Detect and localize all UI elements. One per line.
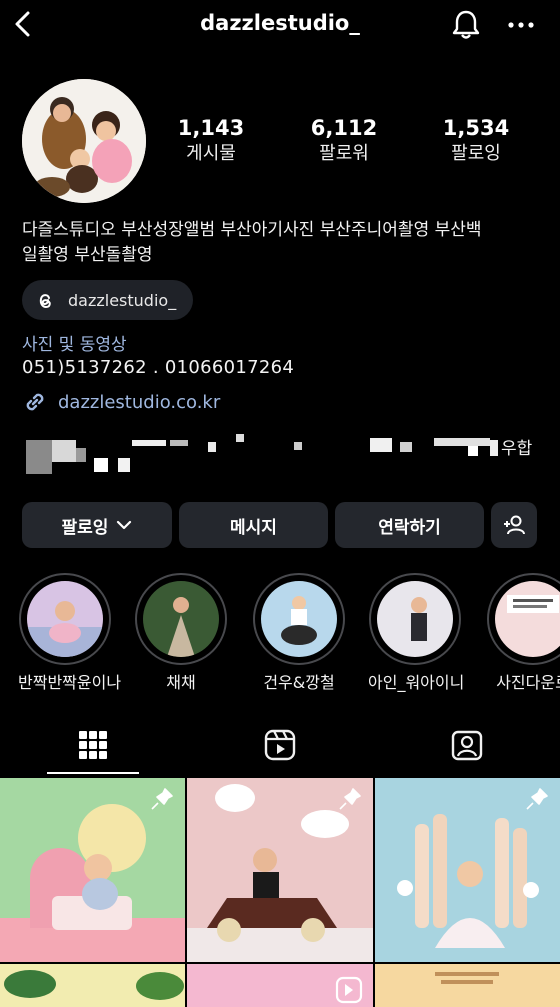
- highlight-5-image: [495, 581, 560, 657]
- tagged-icon[interactable]: [450, 728, 484, 762]
- bio-line-1: 다즐스튜디오 부산성장앨범 부산아기사진 부산주니어촬영 부산백: [22, 220, 482, 240]
- more-options-icon[interactable]: [504, 10, 538, 40]
- post-6-image: [375, 964, 560, 1007]
- highlight-2[interactable]: 채채: [134, 573, 228, 693]
- followers-label: 팔로워: [319, 143, 369, 164]
- threads-badge[interactable]: dazzlestudio_: [22, 280, 193, 320]
- posts-label: 게시물: [186, 143, 236, 164]
- posts-count: 1,143: [177, 116, 245, 140]
- post-thumbnail-2[interactable]: [187, 778, 373, 962]
- highlight-3-image: [261, 581, 337, 657]
- stat-posts[interactable]: 1,143 게시물: [151, 114, 271, 166]
- post-thumbnail-3[interactable]: [375, 778, 560, 962]
- pin-icon: [526, 788, 548, 810]
- website-link[interactable]: dazzlestudio.co.kr: [22, 389, 220, 415]
- highlight-4-image: [377, 581, 453, 657]
- avatar[interactable]: [22, 79, 146, 203]
- highlight-1-image: [27, 581, 103, 657]
- message-button[interactable]: 메시지: [179, 502, 328, 548]
- highlights-row: 반짝반짝윤이나 채채 건우&깡철 아인_워아이니 사진다운: [0, 565, 560, 695]
- following-button-label: 팔로잉: [61, 517, 109, 538]
- following-count: 1,534: [442, 116, 510, 140]
- bell-icon[interactable]: [449, 8, 483, 42]
- avatar-photo-image: [22, 79, 146, 203]
- reels-icon[interactable]: [263, 728, 297, 762]
- highlight-1-label: 반짝반짝윤이나: [18, 673, 122, 692]
- highlight-2-image: [143, 581, 219, 657]
- add-person-icon: [504, 515, 525, 535]
- highlight-4-label: 아인_워아이니: [368, 673, 465, 692]
- chevron-down-icon: [117, 520, 132, 530]
- highlight-5[interactable]: 사진다운로: [486, 573, 560, 693]
- top-bar: dazzlestudio_: [0, 0, 560, 52]
- following-button[interactable]: 팔로잉: [22, 502, 172, 548]
- threads-handle: dazzlestudio_: [68, 290, 177, 310]
- post-4-image: [0, 964, 185, 1007]
- following-label: 팔로잉: [451, 143, 501, 164]
- highlight-3-label: 건우&깡철: [263, 673, 335, 692]
- post-thumbnail-6[interactable]: [375, 964, 560, 1007]
- post-thumbnail-5[interactable]: [187, 964, 373, 1007]
- highlight-1[interactable]: 반짝반짝윤이나: [18, 573, 122, 693]
- profile-tabs: [0, 716, 560, 778]
- followers-count: 6,112: [310, 116, 378, 140]
- highlight-2-label: 채채: [166, 673, 196, 692]
- pin-icon: [151, 788, 173, 810]
- threads-icon: [39, 294, 51, 309]
- post-5-image: [187, 964, 373, 1007]
- active-tab-indicator: [47, 772, 139, 774]
- contact-button-label: 연락하기: [378, 517, 441, 538]
- post-thumbnail-4[interactable]: [0, 964, 185, 1007]
- bio-line-2: 일촬영 부산돌촬영: [22, 245, 153, 265]
- post-thumbnail-1[interactable]: [0, 778, 185, 962]
- highlight-5-label: 사진다운로: [496, 673, 560, 692]
- pin-icon: [339, 788, 361, 810]
- obscured-tail: 우합: [501, 439, 533, 459]
- suggested-users-button[interactable]: [491, 502, 537, 548]
- website-url: dazzlestudio.co.kr: [58, 391, 221, 413]
- obscured-text: [22, 430, 542, 478]
- stat-following[interactable]: 1,534 팔로잉: [416, 114, 536, 166]
- contact-button[interactable]: 연락하기: [335, 502, 484, 548]
- link-icon: [26, 393, 44, 411]
- highlight-3[interactable]: 건우&깡철: [252, 573, 346, 693]
- posts-grid: [0, 778, 560, 1007]
- profile-category: 사진 및 동영상: [22, 335, 127, 355]
- profile-phone: 051)5137262 . 01066017264: [22, 357, 295, 378]
- highlight-4[interactable]: 아인_워아이니: [368, 573, 465, 693]
- bio-text: 다즐스튜디오 부산성장앨범 부산아기사진 부산주니어촬영 부산백 일촬영 부산돌…: [22, 218, 547, 268]
- message-button-label: 메시지: [230, 517, 277, 538]
- stat-followers[interactable]: 6,112 팔로워: [284, 114, 404, 166]
- grid-icon[interactable]: [76, 728, 110, 762]
